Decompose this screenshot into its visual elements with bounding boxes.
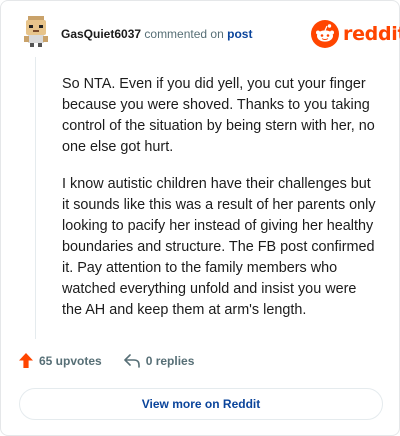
- action-text: commented on: [144, 27, 224, 41]
- comment-actions: 65 upvotes 0 replies: [19, 353, 194, 368]
- post-link[interactable]: post: [227, 27, 252, 41]
- comment-paragraph: So NTA. Even if you did yell, you cut yo…: [62, 76, 375, 155]
- avatar-icon: [20, 15, 52, 47]
- upvote-button[interactable]: 65 upvotes: [19, 353, 102, 368]
- view-more-button[interactable]: View more on Reddit: [19, 388, 383, 420]
- reddit-snoo-icon: [311, 20, 339, 48]
- upvote-count: 65 upvotes: [39, 353, 102, 368]
- upvote-arrow-icon: [19, 353, 33, 368]
- username-link[interactable]: GasQuiet6037: [61, 27, 141, 41]
- comment-paragraph: I know autistic children have their chal…: [62, 176, 376, 318]
- embedded-comment-card: GasQuiet6037 commented on post reddit So…: [0, 0, 400, 436]
- reddit-logo[interactable]: reddit: [311, 20, 400, 48]
- replies-button[interactable]: 0 replies: [123, 353, 195, 368]
- avatar[interactable]: [20, 15, 52, 47]
- thread-line: [35, 57, 36, 339]
- reply-arrow-icon: [123, 353, 140, 368]
- comment-header: GasQuiet6037 commented on post: [61, 27, 252, 41]
- reply-count: 0 replies: [145, 353, 195, 368]
- reddit-wordmark: reddit: [343, 23, 400, 45]
- comment-body: So NTA. Even if you did yell, you cut yo…: [62, 74, 378, 337]
